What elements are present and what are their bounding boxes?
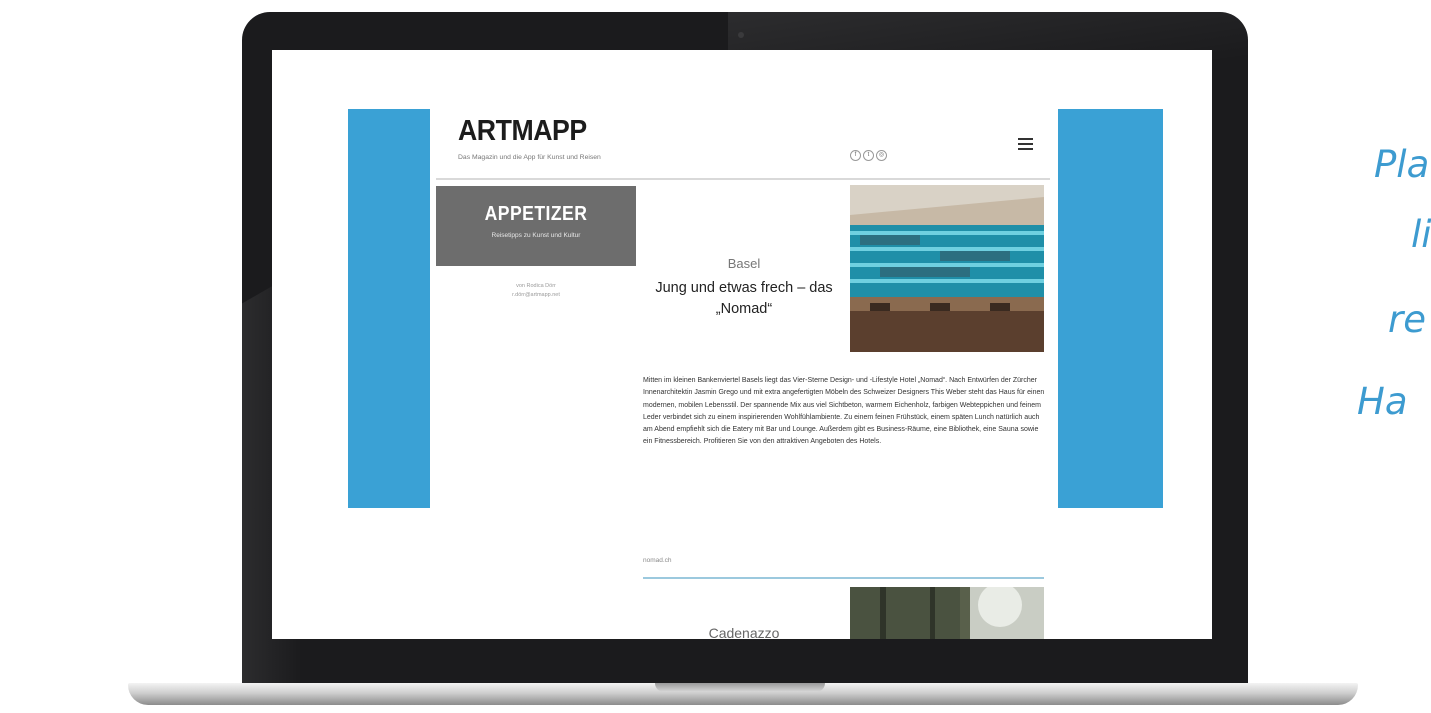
instagram-icon[interactable]: ◎ [876, 150, 887, 161]
promo-text-line-1: Pla [1374, 143, 1430, 186]
appetizer-section-header[interactable]: APPETIZER Reisetipps zu Kunst und Kultur [436, 186, 636, 266]
twitter-icon[interactable]: t [863, 150, 874, 161]
accent-bar-right [1058, 109, 1163, 508]
laptop-screen: ARTMAPP Das Magazin und die App für Kuns… [272, 50, 1212, 639]
article-source-link[interactable]: nomad.ch [643, 557, 672, 564]
promo-text-line-2: li [1411, 213, 1431, 256]
appetizer-subtitle: Reisetipps zu Kunst und Kultur [491, 232, 581, 239]
social-links: f t ◎ [850, 150, 887, 161]
site-tagline: Das Magazin und die App für Kunst und Re… [458, 154, 601, 161]
header-divider [436, 178, 1050, 180]
webcam-icon [738, 32, 744, 38]
laptop-notch [655, 683, 825, 692]
accent-bar-left [348, 109, 430, 508]
site-logo[interactable]: ARTMAPP [458, 115, 587, 148]
menu-line [1018, 148, 1033, 150]
article-body: Mitten im kleinen Bankenviertel Basels l… [643, 377, 1045, 446]
site-header: ARTMAPP Das Magazin und die App für Kuns… [430, 108, 1058, 184]
next-article-city[interactable]: Cadenazzo [644, 625, 844, 639]
article-divider [643, 577, 1044, 579]
author-info: von Rodica Dörr r.dörr@artmapp.net [436, 282, 636, 300]
facebook-icon[interactable]: f [850, 150, 861, 161]
author-name: von Rodica Dörr [516, 283, 556, 289]
menu-line [1018, 143, 1033, 145]
article-city: Basel [727, 256, 761, 271]
forest-photo [850, 587, 1044, 639]
promo-text-line-4: Ha [1357, 380, 1408, 423]
article-headline[interactable]: Jung und etwas frech – das „Nomad“ [644, 278, 844, 320]
menu-line [1018, 138, 1033, 140]
hamburger-menu-icon[interactable] [1018, 138, 1033, 150]
hotel-bar-photo [850, 185, 1044, 352]
promo-text-line-3: re [1388, 298, 1426, 341]
author-email[interactable]: r.dörr@artmapp.net [436, 291, 636, 300]
appetizer-title: APPETIZER [484, 203, 588, 225]
